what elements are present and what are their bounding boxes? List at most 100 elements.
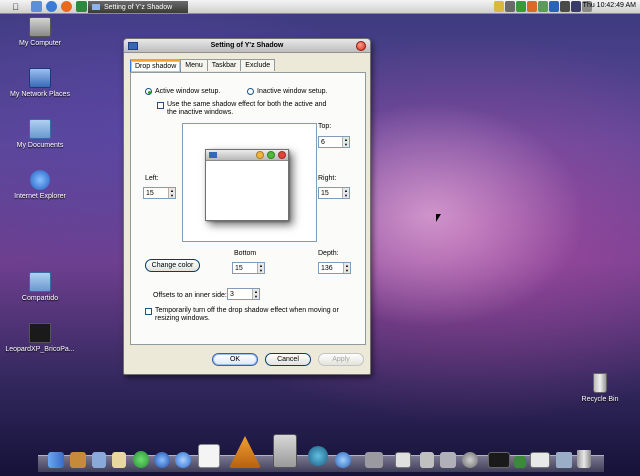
radio-indicator — [145, 88, 152, 95]
spinner-arrows[interactable]: ▲ ▼ — [168, 188, 175, 198]
messenger-icon[interactable] — [133, 451, 149, 468]
trash-icon[interactable] — [577, 450, 591, 468]
text-icon[interactable] — [112, 452, 126, 468]
desktop-icon-label: LeopardXP_BricoPa... — [5, 346, 75, 353]
left-spinner[interactable]: 15 ▲ ▼ — [143, 187, 176, 199]
bottom-spinner[interactable]: 15 ▲ ▼ — [232, 262, 265, 274]
maximize-icon — [267, 151, 275, 159]
spinner-arrows[interactable]: ▲ ▼ — [342, 188, 349, 198]
apply-button[interactable]: Apply — [318, 353, 364, 366]
top-menubar:  Setting of Y'z Shadow Thu 10:42:49 AM — [0, 0, 640, 14]
preview-window — [205, 149, 289, 221]
top-spinner[interactable]: 6 ▲ ▼ — [318, 136, 350, 148]
inactive-window-label: Inactive window setup. — [257, 88, 328, 95]
tray-icon[interactable] — [527, 1, 537, 12]
temp-off-label: Temporarily turn off the drop shadow eff… — [155, 307, 339, 323]
monitor-icon[interactable] — [488, 452, 510, 468]
tab-exclude[interactable]: Exclude — [240, 59, 276, 71]
spinner-arrows[interactable]: ▲ ▼ — [257, 263, 264, 273]
notes-icon[interactable] — [198, 444, 220, 468]
tab-drop-shadow[interactable]: Drop shadow — [130, 59, 182, 72]
shadow-settings-dialog: Setting of Y'z Shadow Drop shadow Menu T… — [123, 38, 371, 375]
activity-icon[interactable] — [514, 456, 526, 468]
desktop-icon-my-documents[interactable]: My Documents — [0, 119, 80, 149]
finder-icon[interactable] — [48, 452, 64, 468]
checkbox-box — [145, 308, 152, 315]
same-effect-checkbox[interactable]: Use the same shadow effect for both the … — [157, 101, 326, 117]
media-icon[interactable] — [154, 452, 170, 468]
radio-indicator — [247, 88, 254, 95]
ie-icon[interactable] — [46, 1, 57, 12]
application-icon — [29, 323, 51, 343]
preview-window-titlebar — [206, 150, 288, 161]
desktop-icon-my-network-places[interactable]: My Network Places — [0, 68, 80, 98]
clock[interactable]: Thu 10:42:49 AM — [546, 2, 636, 9]
desktop-icon-leopardxp[interactable]: LeopardXP_BricoPa... — [0, 323, 80, 353]
desktop-icon-compartido[interactable]: Compartido — [0, 272, 80, 302]
trash-icon — [593, 373, 607, 393]
spinner-arrows[interactable]: ▲ ▼ — [252, 289, 259, 299]
inactive-window-radio[interactable]: Inactive window setup. — [247, 88, 327, 95]
desktop-icon-recycle-bin[interactable]: Recycle Bin — [560, 373, 640, 403]
photo-icon[interactable] — [92, 452, 106, 468]
calculator-icon[interactable] — [273, 434, 297, 468]
bottom-value: 15 — [235, 264, 243, 272]
tab-taskbar[interactable]: Taskbar — [206, 59, 242, 71]
browser-icon[interactable] — [175, 452, 191, 468]
bottom-label: Bottom — [234, 250, 257, 257]
network-tool-icon[interactable] — [420, 452, 434, 468]
minimize-icon — [256, 151, 264, 159]
close-icon — [278, 151, 286, 159]
gear-icon[interactable] — [365, 452, 383, 468]
left-value: 15 — [146, 189, 154, 197]
dialog-titlebar[interactable]: Setting of Y'z Shadow — [124, 39, 370, 53]
same-effect-label-line2: the inactive windows. — [167, 109, 234, 116]
temp-off-label-line1: Temporarily turn off the drop shadow eff… — [155, 307, 339, 314]
right-label: Right: — [318, 175, 337, 182]
tray-icon[interactable] — [494, 1, 504, 12]
tab-menu[interactable]: Menu — [180, 59, 208, 71]
applications-icon[interactable] — [229, 436, 261, 468]
taskbar-button-shadow[interactable]: Setting of Y'z Shadow — [88, 1, 188, 13]
depth-spinner[interactable]: 136 ▲ ▼ — [318, 262, 351, 274]
terminal-icon[interactable] — [76, 1, 87, 12]
tray-icon[interactable] — [505, 1, 515, 12]
globe-icon[interactable] — [308, 446, 328, 466]
active-window-radio[interactable]: Active window setup. — [145, 88, 220, 95]
eject-icon[interactable] — [440, 452, 456, 468]
folder-icon[interactable] — [31, 1, 42, 12]
desktop-icon-my-computer[interactable]: My Computer — [0, 17, 80, 47]
ok-button[interactable]: OK — [212, 353, 258, 366]
cancel-button[interactable]: Cancel — [265, 353, 311, 366]
depth-label: Depth: — [318, 250, 339, 257]
offset-spinner[interactable]: 3 ▲ ▼ — [227, 288, 260, 300]
shadow-preview — [182, 123, 317, 242]
home-icon[interactable] — [70, 452, 86, 468]
firefox-icon[interactable] — [61, 1, 72, 12]
temp-off-checkbox[interactable]: Temporarily turn off the drop shadow eff… — [145, 307, 339, 323]
apple-icon[interactable]:  — [10, 1, 21, 12]
depth-value: 136 — [321, 264, 333, 272]
same-effect-label: Use the same shadow effect for both the … — [167, 101, 326, 117]
editor-icon[interactable] — [395, 452, 411, 468]
spinner-arrows[interactable]: ▲ ▼ — [343, 263, 350, 273]
terminal-icon[interactable] — [530, 452, 550, 468]
spinner-arrows[interactable]: ▲ ▼ — [342, 137, 349, 147]
folder-icon — [29, 119, 51, 139]
desktop-icon-label: Internet Explorer — [14, 193, 66, 200]
taskbar-button-label: Setting of Y'z Shadow — [104, 3, 173, 11]
dialog-title: Setting of Y'z Shadow — [210, 42, 284, 49]
left-label: Left: — [145, 175, 159, 182]
power-icon[interactable] — [462, 452, 478, 468]
tray-icon[interactable] — [516, 1, 526, 12]
network-icon[interactable] — [335, 452, 351, 468]
top-label: Top: — [318, 123, 332, 130]
change-color-button[interactable]: Change color — [145, 259, 200, 272]
desktop-icon-internet-explorer[interactable]: Internet Explorer — [0, 170, 80, 200]
ie-icon — [30, 170, 50, 190]
right-spinner[interactable]: 15 ▲ ▼ — [318, 187, 350, 199]
close-button[interactable] — [356, 41, 366, 51]
downloads-icon[interactable] — [556, 452, 572, 468]
window-icon — [209, 152, 217, 158]
top-value: 6 — [321, 138, 325, 146]
